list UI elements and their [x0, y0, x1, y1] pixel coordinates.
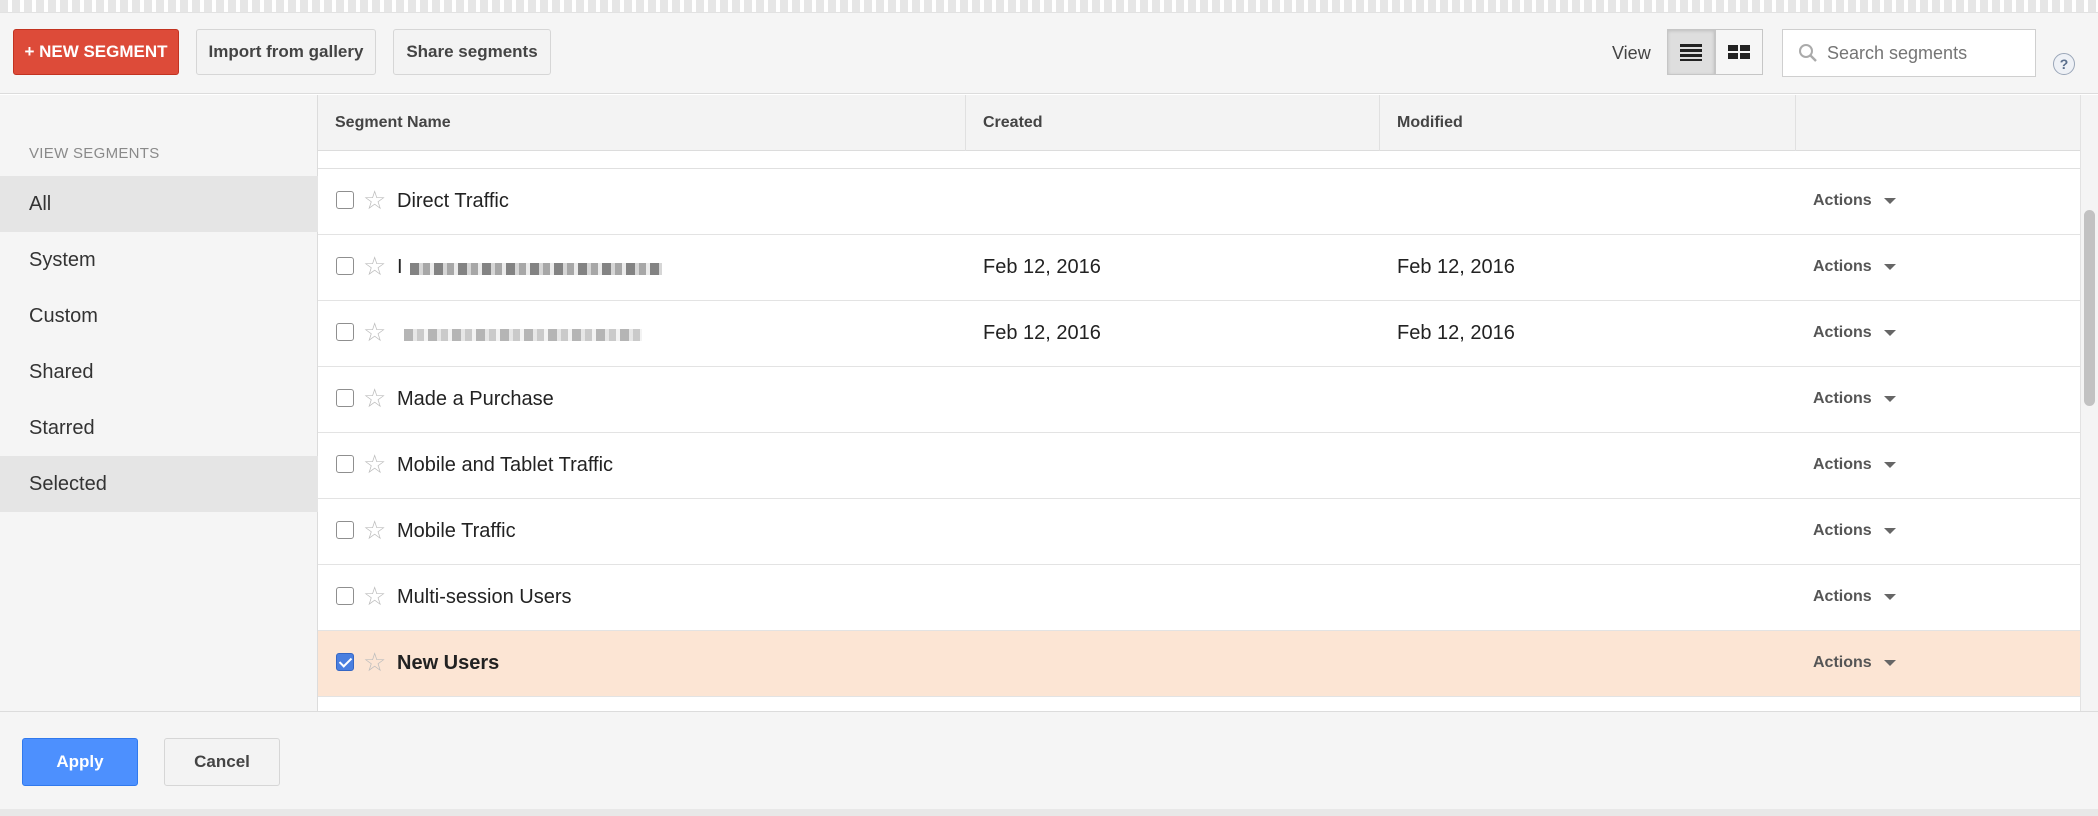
actions-dropdown[interactable]: Actions	[1813, 588, 1896, 606]
row-checkbox[interactable]	[336, 191, 354, 209]
sidebar-item-system[interactable]: System	[0, 232, 318, 288]
column-created[interactable]: Created	[966, 95, 1380, 151]
table-row-selected: ☆ New Users Actions	[318, 631, 2080, 697]
row-checkbox[interactable]	[336, 323, 354, 341]
star-icon[interactable]: ☆	[363, 385, 386, 411]
actions-label: Actions	[1813, 522, 1872, 539]
table-row: ☆ I Feb 12, 2016 Feb 12, 2016 Actions	[318, 235, 2080, 301]
caret-down-icon	[1883, 396, 1896, 402]
apply-button[interactable]: Apply	[22, 738, 138, 786]
table-row: ☆ Direct Traffic Actions	[318, 169, 2080, 235]
grid-view-icon	[1728, 45, 1750, 59]
share-segments-button[interactable]: Share segments	[393, 29, 551, 75]
search-input[interactable]	[1827, 42, 2027, 64]
sidebar-item-all[interactable]: All	[0, 176, 318, 232]
segment-name: Direct Traffic	[397, 190, 509, 212]
modified-date: Feb 12, 2016	[1397, 256, 1515, 278]
caret-down-icon	[1883, 330, 1896, 336]
sidebar-item-shared[interactable]: Shared	[0, 344, 318, 400]
row-checkbox[interactable]	[336, 455, 354, 473]
star-icon[interactable]: ☆	[363, 319, 386, 345]
caret-down-icon	[1883, 462, 1896, 468]
vertical-scrollbar[interactable]	[2080, 95, 2098, 711]
star-icon[interactable]: ☆	[363, 187, 386, 213]
top-border	[0, 0, 2098, 12]
list-view-icon	[1680, 44, 1702, 61]
footer: Apply Cancel	[0, 711, 2098, 809]
caret-down-icon	[1883, 528, 1896, 534]
cancel-button[interactable]: Cancel	[164, 738, 280, 786]
grid-view-button[interactable]	[1715, 29, 1763, 75]
segment-name: Mobile and Tablet Traffic	[397, 454, 614, 476]
star-icon[interactable]: ☆	[363, 517, 386, 543]
scrollbar-thumb[interactable]	[2084, 210, 2095, 406]
column-actions	[1796, 95, 2080, 151]
star-icon[interactable]: ☆	[363, 253, 386, 279]
table-row: ☆ Feb 12, 2016 Feb 12, 2016 Actions	[318, 301, 2080, 367]
sidebar: VIEW SEGMENTS All System Custom Shared S…	[0, 95, 318, 711]
actions-label: Actions	[1813, 324, 1872, 341]
column-modified[interactable]: Modified	[1380, 95, 1796, 151]
actions-label: Actions	[1813, 258, 1872, 275]
actions-dropdown[interactable]: Actions	[1813, 192, 1896, 210]
caret-down-icon	[1883, 264, 1896, 270]
row-checkbox[interactable]	[336, 587, 354, 605]
caret-down-icon	[1883, 198, 1896, 204]
caret-down-icon	[1883, 594, 1896, 600]
new-segment-button[interactable]: + NEW SEGMENT	[13, 29, 179, 75]
toolbar: + NEW SEGMENT Import from gallery Share …	[0, 12, 2098, 94]
star-icon[interactable]: ☆	[363, 451, 386, 477]
actions-label: Actions	[1813, 456, 1872, 473]
row-checkbox-checked[interactable]	[336, 653, 354, 671]
actions-dropdown[interactable]: Actions	[1813, 324, 1896, 342]
table-row-partial	[318, 151, 2080, 169]
actions-label: Actions	[1813, 390, 1872, 407]
segment-name: Mobile Traffic	[397, 520, 516, 542]
segment-name: Made a Purchase	[397, 388, 554, 410]
created-date: Feb 12, 2016	[983, 256, 1101, 278]
view-segments-heading: VIEW SEGMENTS	[29, 145, 160, 162]
star-icon[interactable]: ☆	[363, 583, 386, 609]
sidebar-item-starred[interactable]: Starred	[0, 400, 318, 456]
bottom-border	[0, 809, 2098, 816]
modified-date: Feb 12, 2016	[1397, 322, 1515, 344]
actions-label: Actions	[1813, 654, 1872, 671]
list-view-button[interactable]	[1667, 29, 1715, 75]
import-from-gallery-button[interactable]: Import from gallery	[196, 29, 376, 75]
segment-name: I	[397, 256, 403, 278]
segment-name: Multi-session Users	[397, 586, 572, 608]
actions-label: Actions	[1813, 588, 1872, 605]
redacted-name	[404, 329, 642, 341]
star-icon[interactable]: ☆	[363, 649, 386, 675]
column-segment-name[interactable]: Segment Name	[318, 95, 966, 151]
actions-dropdown[interactable]: Actions	[1813, 258, 1896, 276]
table-row: ☆ Multi-session Users Actions	[318, 565, 2080, 631]
table-header: Segment Name Created Modified	[318, 95, 2080, 151]
help-icon[interactable]: ?	[2053, 53, 2075, 75]
segments-table: Segment Name Created Modified ☆ Direct T…	[318, 95, 2080, 711]
actions-dropdown[interactable]: Actions	[1813, 654, 1896, 672]
created-date: Feb 12, 2016	[983, 322, 1101, 344]
caret-down-icon	[1883, 660, 1896, 666]
table-row: ☆ Mobile Traffic Actions	[318, 499, 2080, 565]
row-checkbox[interactable]	[336, 521, 354, 539]
actions-dropdown[interactable]: Actions	[1813, 456, 1896, 474]
sidebar-item-selected[interactable]: Selected	[0, 456, 318, 512]
actions-label: Actions	[1813, 192, 1872, 209]
view-label: View	[1612, 43, 1651, 63]
row-checkbox[interactable]	[336, 389, 354, 407]
search-box	[1782, 29, 2036, 77]
row-checkbox[interactable]	[336, 257, 354, 275]
actions-dropdown[interactable]: Actions	[1813, 390, 1896, 408]
search-icon	[1799, 44, 1817, 62]
segment-picker-dialog: + NEW SEGMENT Import from gallery Share …	[0, 0, 2098, 816]
redacted-name	[410, 263, 662, 275]
sidebar-item-custom[interactable]: Custom	[0, 288, 318, 344]
table-row: ☆ Made a Purchase Actions	[318, 367, 2080, 433]
table-row: ☆ Mobile and Tablet Traffic Actions	[318, 433, 2080, 499]
segment-name: New Users	[397, 652, 500, 674]
actions-dropdown[interactable]: Actions	[1813, 522, 1896, 540]
